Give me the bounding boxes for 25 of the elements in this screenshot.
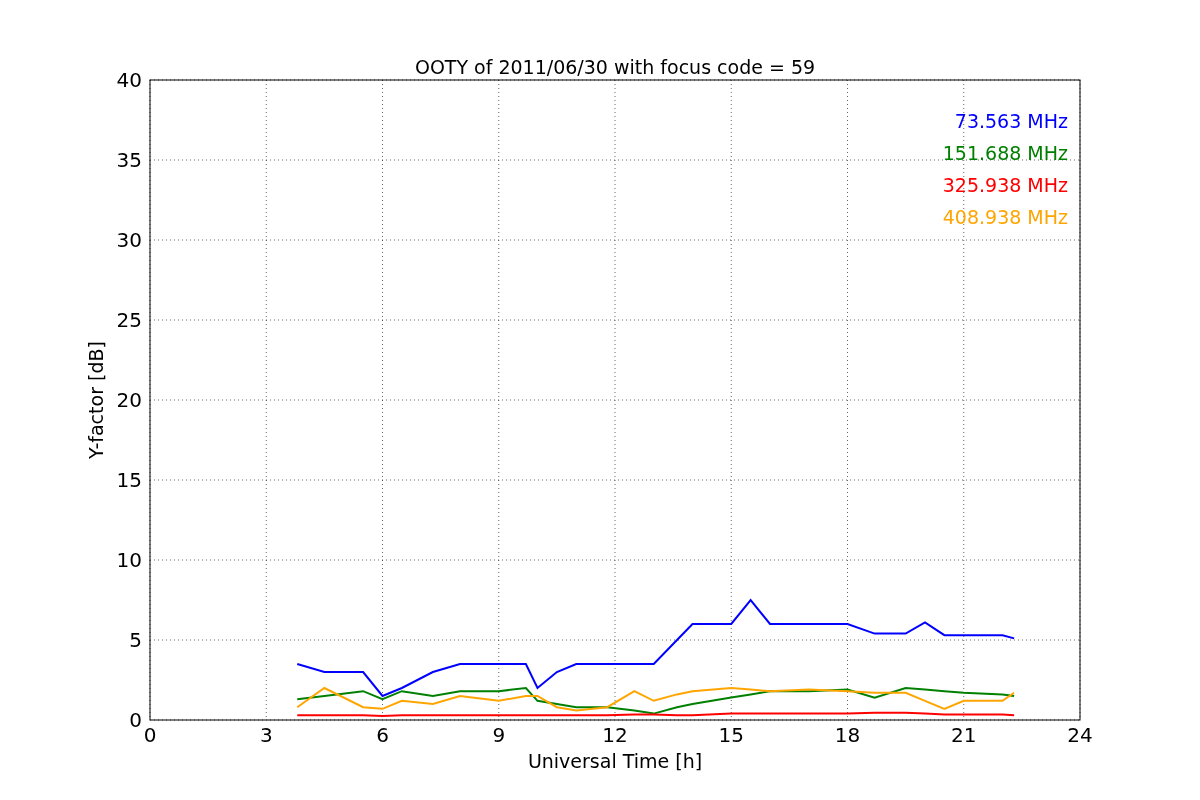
legend-label: 408.938 MHz bbox=[942, 206, 1068, 228]
x-tick-label: 0 bbox=[143, 723, 157, 747]
x-axis-label: Universal Time [h] bbox=[527, 750, 703, 772]
y-tick-label: 5 bbox=[129, 628, 142, 652]
x-tick-label: 18 bbox=[834, 723, 861, 747]
legend-label: 151.688 MHz bbox=[942, 142, 1068, 164]
x-tick-label: 6 bbox=[376, 723, 389, 747]
y-tick-label: 40 bbox=[116, 68, 142, 92]
y-tick-label: 30 bbox=[116, 228, 142, 252]
y-tick-label: 20 bbox=[116, 388, 142, 412]
x-tick-label: 15 bbox=[718, 723, 744, 747]
chart-title: OOTY of 2011/06/30 with focus code = 59 bbox=[414, 56, 816, 78]
y-axis-label: Y-factor [dB] bbox=[85, 341, 107, 459]
x-tick-label: 12 bbox=[602, 723, 628, 747]
x-tick-label: 24 bbox=[1067, 723, 1093, 747]
legend-label: 73.563 MHz bbox=[954, 110, 1068, 132]
legend-label: 325.938 MHz bbox=[942, 174, 1068, 196]
x-tick-label: 9 bbox=[492, 723, 506, 747]
y-tick-label: 10 bbox=[116, 548, 142, 572]
y-tick-label: 25 bbox=[116, 308, 142, 332]
y-tick-label: 35 bbox=[116, 148, 142, 172]
x-tick-label: 21 bbox=[951, 723, 977, 747]
y-tick-label: 15 bbox=[116, 468, 142, 492]
x-tick-label: 3 bbox=[259, 723, 273, 747]
y-tick-label: 0 bbox=[129, 708, 142, 732]
